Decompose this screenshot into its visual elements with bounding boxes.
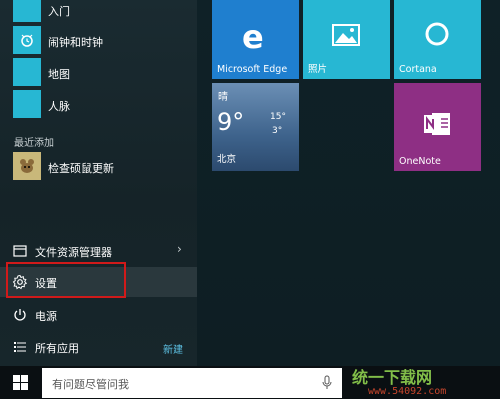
app-item-label: 闹钟和时钟: [48, 36, 103, 49]
mouse-icon: [13, 152, 41, 180]
alarm-clock-icon: [13, 26, 41, 54]
people-icon: [13, 90, 41, 118]
windows-start-icon[interactable]: [13, 375, 28, 394]
app-item-maps[interactable]: 地图: [0, 58, 197, 86]
app-item-label: 地图: [48, 68, 70, 81]
list-icon: [12, 339, 28, 355]
tile-edge-label: Microsoft Edge: [217, 64, 288, 75]
edge-icon: e: [242, 18, 264, 56]
all-apps-button[interactable]: 所有应用 新建: [0, 332, 197, 362]
app-item-label: 人脉: [48, 100, 70, 113]
tiles-panel: e Microsoft Edge 照片 Cortana 晴 9° 15° 3° …: [197, 0, 500, 366]
app-list-panel: 入门 闹钟和时钟 地图 人脉 最近添加 检查硕鼠更新 文件资源管理器 › 设置 …: [0, 0, 197, 366]
app-item-label: 入门: [48, 5, 70, 18]
app-item-label: 检查硕鼠更新: [48, 162, 114, 175]
search-placeholder: 有问题尽管问我: [52, 378, 129, 391]
power-button[interactable]: 电源: [0, 300, 197, 330]
photo-icon: [332, 24, 360, 50]
weather-condition: 晴: [218, 92, 228, 103]
tile-photos-label: 照片: [308, 64, 328, 75]
power-label: 电源: [35, 310, 57, 323]
watermark-logo: 统一下载网: [352, 368, 433, 387]
microphone-icon[interactable]: [322, 375, 332, 395]
recently-added-heading: 最近添加: [14, 138, 54, 149]
weather-high: 15°: [270, 112, 286, 122]
cortana-icon: [424, 21, 450, 51]
power-icon: [12, 307, 28, 323]
weather-city: 北京: [217, 154, 237, 165]
tile-onenote[interactable]: OneNote: [394, 83, 481, 171]
tile-weather[interactable]: 晴 9° 15° 3° 北京: [212, 83, 299, 171]
new-badge: 新建: [163, 345, 183, 356]
folder-icon: [12, 243, 28, 259]
file-explorer-label: 文件资源管理器: [35, 246, 112, 259]
all-apps-label: 所有应用: [35, 342, 79, 355]
tile-cortana[interactable]: Cortana: [394, 0, 481, 79]
app-item-people[interactable]: 人脉: [0, 90, 197, 118]
weather-low: 3°: [272, 126, 283, 136]
app-item-alarms[interactable]: 闹钟和时钟: [0, 26, 197, 54]
tile-cortana-label: Cortana: [399, 64, 437, 75]
settings-highlight: [6, 262, 126, 298]
tile-photos[interactable]: 照片: [303, 0, 390, 79]
search-input[interactable]: 有问题尽管问我: [42, 368, 342, 398]
onenote-icon: [422, 111, 452, 141]
app-item-recent[interactable]: 检查硕鼠更新: [0, 152, 197, 180]
weather-temp: 9°: [217, 108, 245, 136]
map-icon: [13, 58, 41, 86]
app-item-get-started[interactable]: 入门: [0, 0, 197, 22]
watermark-url: www.54092.com: [368, 386, 447, 397]
tile-onenote-label: OneNote: [399, 156, 441, 167]
lightbulb-icon: [13, 0, 41, 22]
tile-edge[interactable]: e Microsoft Edge: [212, 0, 299, 79]
chevron-right-icon: ›: [177, 242, 182, 256]
